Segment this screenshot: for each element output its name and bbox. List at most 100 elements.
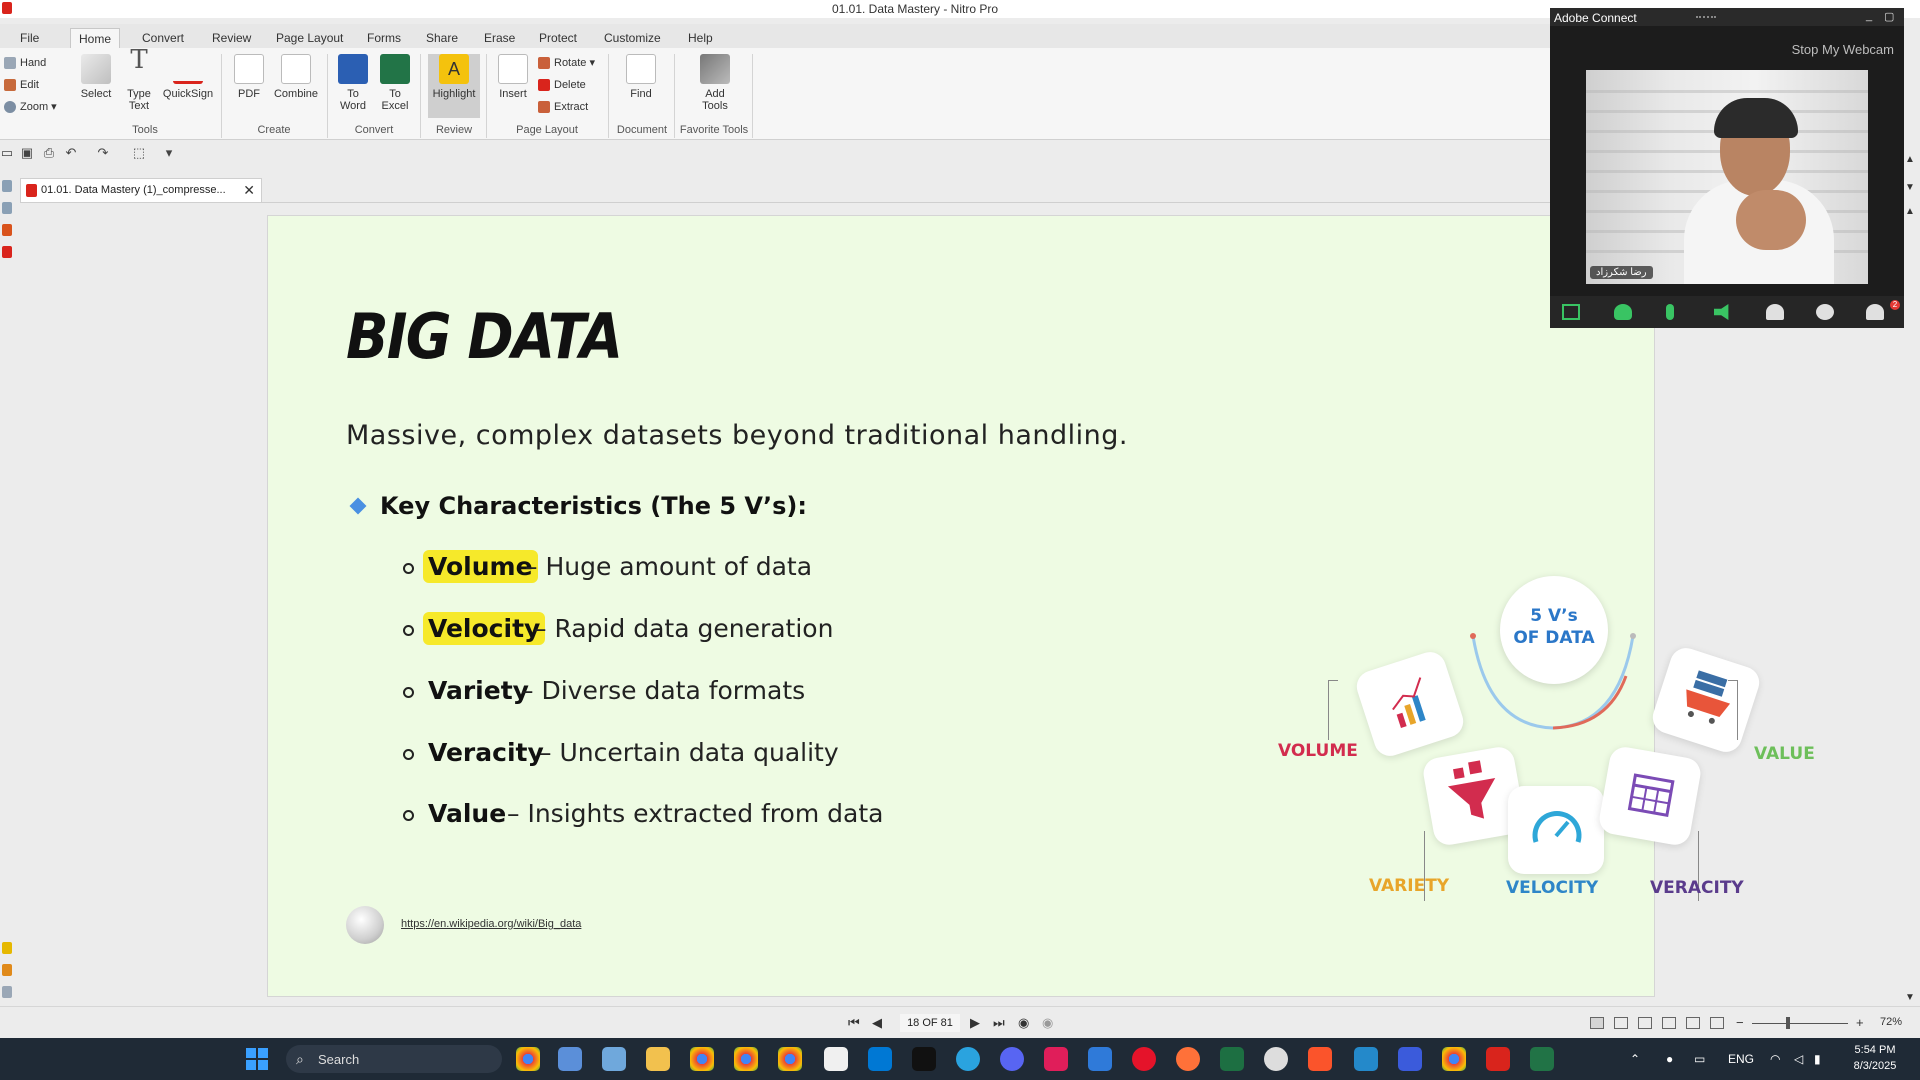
wifi-icon[interactable]: ◠ bbox=[1770, 1052, 1780, 1066]
tab-share[interactable]: Share bbox=[418, 28, 466, 48]
minimize-icon[interactable]: _ bbox=[1866, 10, 1872, 22]
volume-icon[interactable]: ◁ bbox=[1794, 1052, 1803, 1066]
fit-width-icon[interactable] bbox=[1710, 1017, 1724, 1029]
chrome-profile-icon[interactable] bbox=[778, 1047, 802, 1071]
highlight-button[interactable]: A Highlight bbox=[428, 54, 480, 118]
first-page-icon[interactable]: ⏮ bbox=[848, 1015, 860, 1031]
insert-button[interactable]: Insert bbox=[494, 54, 532, 100]
drag-handle-icon[interactable] bbox=[1696, 16, 1716, 18]
slack-icon[interactable] bbox=[1044, 1047, 1068, 1071]
tab-forms[interactable]: Forms bbox=[359, 28, 409, 48]
extract-button[interactable]: Extract bbox=[538, 98, 588, 116]
facing-continuous-view-icon[interactable] bbox=[1662, 1017, 1676, 1029]
scroll-up-icon[interactable]: ▲ bbox=[1905, 154, 1915, 165]
back-view-icon[interactable]: ◉ bbox=[1018, 1015, 1029, 1031]
notifications-bell-icon[interactable] bbox=[1866, 304, 1884, 320]
tab-customize[interactable]: Customize bbox=[596, 28, 669, 48]
select-mode-icon[interactable]: ⬚ bbox=[132, 146, 146, 160]
page-indicator[interactable]: 18 OF 81 bbox=[900, 1014, 960, 1032]
single-page-view-icon[interactable] bbox=[1590, 1017, 1604, 1029]
maximize-icon[interactable]: ▢ bbox=[1884, 10, 1894, 23]
language-indicator[interactable]: ENG bbox=[1728, 1052, 1754, 1066]
opera-icon[interactable] bbox=[1132, 1047, 1156, 1071]
share-screen-icon[interactable] bbox=[1562, 304, 1580, 320]
chrome-profile-icon[interactable] bbox=[1442, 1047, 1466, 1071]
tab-file[interactable]: File bbox=[12, 28, 47, 48]
quicksign-button[interactable]: QuickSign bbox=[160, 54, 216, 100]
continuous-view-icon[interactable] bbox=[1614, 1017, 1628, 1029]
security-panel-icon[interactable] bbox=[2, 246, 12, 258]
vscode-icon[interactable] bbox=[1354, 1047, 1378, 1071]
app-icon[interactable] bbox=[1398, 1047, 1422, 1071]
nitro-pro-taskbar-icon[interactable] bbox=[1486, 1047, 1510, 1071]
windows-start-icon[interactable] bbox=[246, 1048, 268, 1070]
scroll-down-icon[interactable]: ▼ bbox=[1905, 182, 1915, 193]
undo-icon[interactable]: ↶ bbox=[64, 146, 78, 160]
edit-tool[interactable]: Edit bbox=[4, 76, 39, 94]
telegram-icon[interactable] bbox=[956, 1047, 980, 1071]
github-icon[interactable] bbox=[1264, 1047, 1288, 1071]
tab-home[interactable]: Home bbox=[70, 28, 121, 48]
store-icon[interactable] bbox=[868, 1047, 892, 1071]
previous-page-icon[interactable]: ◀ bbox=[872, 1015, 882, 1031]
terminal-icon[interactable] bbox=[912, 1047, 936, 1071]
tab-page-layout[interactable]: Page Layout bbox=[268, 28, 351, 48]
comments-panel-icon[interactable] bbox=[2, 224, 12, 236]
zoom-slider-thumb[interactable] bbox=[1786, 1017, 1790, 1029]
zoom-level[interactable]: 72% bbox=[1880, 1016, 1902, 1028]
zoom-slider[interactable] bbox=[1752, 1023, 1848, 1024]
select-button[interactable]: Select bbox=[76, 54, 116, 100]
task-view-icon[interactable] bbox=[558, 1047, 582, 1071]
chrome-profile-icon[interactable] bbox=[734, 1047, 758, 1071]
zoom-out-icon[interactable]: − bbox=[1736, 1015, 1744, 1030]
notepad-icon[interactable] bbox=[824, 1047, 848, 1071]
tray-overflow-icon[interactable]: ⌃ bbox=[1630, 1052, 1640, 1066]
excel-taskbar-icon[interactable] bbox=[1220, 1047, 1244, 1071]
stop-webcam-button[interactable]: Stop My Webcam bbox=[1792, 42, 1894, 57]
microphone-icon[interactable] bbox=[1666, 304, 1674, 320]
brave-icon[interactable] bbox=[1308, 1047, 1332, 1071]
webcam-icon[interactable] bbox=[1614, 304, 1632, 320]
find-button[interactable]: Find bbox=[620, 54, 662, 100]
firefox-icon[interactable] bbox=[1176, 1047, 1200, 1071]
zoom-in-icon[interactable]: + bbox=[1856, 1015, 1864, 1030]
wikipedia-link[interactable]: https://en.wikipedia.org/wiki/Big_data bbox=[401, 918, 581, 930]
hand-tool[interactable]: Hand bbox=[4, 54, 46, 72]
combine-button[interactable]: Combine bbox=[270, 54, 322, 100]
add-tools-button[interactable]: Add Tools bbox=[692, 54, 738, 112]
output-panel-icon[interactable] bbox=[2, 986, 12, 998]
pages-panel-icon[interactable] bbox=[2, 180, 12, 192]
attendees-icon[interactable] bbox=[1766, 304, 1784, 320]
excel-active-taskbar-icon[interactable] bbox=[1530, 1047, 1554, 1071]
type-text-button[interactable]: T Type Text bbox=[122, 47, 156, 112]
customize-qat-icon[interactable]: ▾ bbox=[162, 146, 176, 160]
forward-view-icon[interactable]: ◉ bbox=[1042, 1015, 1053, 1031]
tray-mic-icon[interactable]: ● bbox=[1666, 1052, 1673, 1066]
tab-review[interactable]: Review bbox=[204, 28, 259, 48]
chrome-icon[interactable] bbox=[516, 1047, 540, 1071]
battery-icon[interactable]: ▮ bbox=[1814, 1052, 1821, 1066]
print-icon[interactable]: ⎙ bbox=[42, 146, 56, 160]
bookmarks-panel-icon[interactable] bbox=[2, 202, 12, 214]
widgets-icon[interactable] bbox=[602, 1047, 626, 1071]
tab-help[interactable]: Help bbox=[680, 28, 721, 48]
next-page-icon[interactable]: ▶ bbox=[970, 1015, 980, 1031]
facing-view-icon[interactable] bbox=[1638, 1017, 1652, 1029]
chat-icon[interactable] bbox=[1816, 304, 1834, 320]
chrome-profile-icon[interactable] bbox=[690, 1047, 714, 1071]
notes-app-icon[interactable] bbox=[1088, 1047, 1112, 1071]
tab-erase[interactable]: Erase bbox=[476, 28, 523, 48]
to-excel-button[interactable]: To Excel bbox=[376, 54, 414, 112]
speaker-icon[interactable] bbox=[1714, 304, 1729, 320]
taskbar-clock[interactable]: 5:54 PM 8/3/2025 bbox=[1840, 1042, 1910, 1074]
taskbar-search[interactable]: ⌕ Search bbox=[286, 1045, 502, 1073]
zoom-tool[interactable]: Zoom ▾ bbox=[4, 98, 57, 116]
attachments-panel-icon[interactable] bbox=[2, 964, 12, 976]
rotate-button[interactable]: Rotate ▾ bbox=[538, 54, 595, 72]
tray-display-icon[interactable]: ▭ bbox=[1694, 1052, 1705, 1066]
last-page-icon[interactable]: ⏭ bbox=[993, 1015, 1005, 1031]
close-tab-icon[interactable]: ✕ bbox=[243, 182, 255, 199]
scroll-down-icon[interactable]: ▼ bbox=[1905, 992, 1915, 1003]
tab-protect[interactable]: Protect bbox=[531, 28, 585, 48]
pdf-button[interactable]: PDF bbox=[230, 54, 268, 100]
